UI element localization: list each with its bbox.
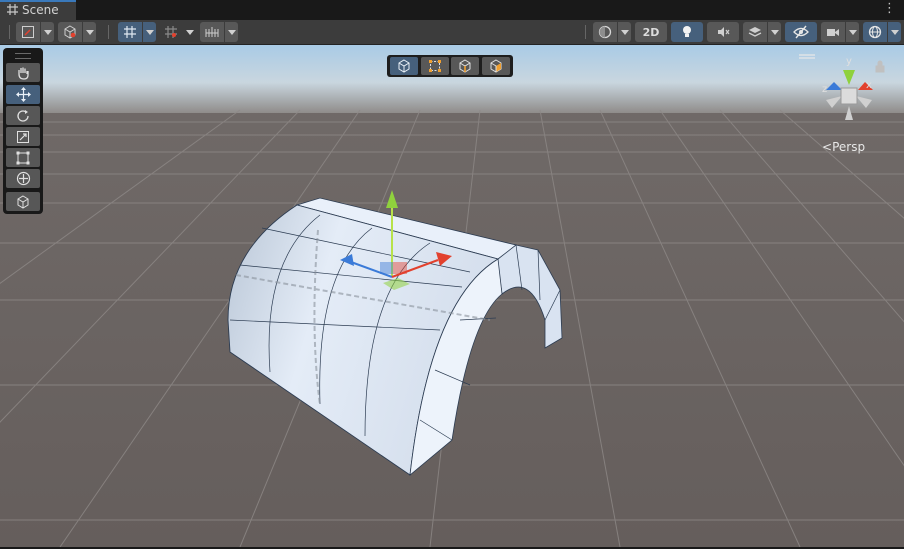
scale-tool[interactable] [6,127,40,146]
projection-chevron-icon: < [822,140,833,154]
overlay-drag-handle[interactable] [15,53,31,59]
tool-handle-button[interactable] [16,22,54,42]
lightbulb-icon [683,26,691,37]
toggle-2d-label: 2D [642,25,660,39]
pivot-cube-icon [58,22,82,42]
rotate-icon [17,109,29,122]
chevron-down-icon[interactable] [142,22,156,42]
chevron-down-icon[interactable] [887,22,901,42]
edge-cube-icon [459,59,471,73]
chevron-down-icon[interactable] [82,22,96,42]
pivot-mode-button[interactable] [58,22,96,42]
rect-tool[interactable] [6,148,40,167]
camera-icon [821,22,845,42]
grid-snap-icon [118,22,142,42]
transform-tool[interactable] [6,169,40,188]
hand-icon [18,67,29,80]
tools-overlay [3,48,43,214]
hand-tool[interactable] [6,63,40,82]
scene-tab-label: Scene [22,3,59,17]
effects-layers-icon [743,22,767,42]
chevron-down-icon[interactable] [224,22,238,42]
projection-label[interactable]: <Persp [822,140,865,154]
scale-icon [17,130,29,143]
chevron-down-icon[interactable] [182,22,196,42]
move-tool[interactable] [6,85,40,104]
ruler-icon [200,22,224,42]
transform-icon [16,171,30,186]
face-mode-button[interactable] [481,57,510,75]
chevron-down-icon[interactable] [767,22,781,42]
gizmo-globe-icon [863,22,887,42]
toolbar-separator [585,25,586,39]
edge-mode-button[interactable] [451,57,480,75]
audio-mute-icon [718,27,730,37]
scene-camera-button[interactable] [821,22,859,42]
custom-tool[interactable] [6,192,40,211]
audio-toggle-button[interactable] [707,22,739,42]
lighting-toggle-button[interactable] [671,22,703,42]
rect-icon [16,151,30,164]
chevron-down-icon[interactable] [40,22,54,42]
custom-cube-icon [17,194,29,209]
vertex-mode-button[interactable] [420,57,449,75]
scene-toolbar: 2D [0,20,904,45]
chevron-down-icon[interactable] [617,22,631,42]
move-arrows-icon [15,87,31,102]
scene-viewport[interactable]: y x z [0,45,904,547]
scene-tab[interactable]: Scene [0,0,76,20]
toolbar-separator [9,25,10,39]
toolbar-separator [108,25,109,39]
cube-outline-icon [398,59,410,73]
effects-button[interactable] [743,22,781,42]
toggle-2d-button[interactable]: 2D [635,22,667,42]
eye-hidden-icon [793,25,809,39]
shading-sphere-icon [593,22,617,42]
scene-visibility-button[interactable] [785,22,817,42]
increment-snap-button[interactable] [160,22,196,42]
gizmo-y-label: y [846,56,852,67]
increment-snap-icon [160,22,182,42]
face-cube-icon [490,59,502,73]
shading-mode-button[interactable] [593,22,631,42]
projection-label-text: Persp [832,140,866,154]
grid-hash-icon [7,4,18,15]
selection-mode-toolbar [387,55,513,77]
gizmo-x-label: x [866,80,872,91]
object-mode-button[interactable] [390,57,419,75]
ruler-button[interactable] [200,22,238,42]
chevron-down-icon[interactable] [845,22,859,42]
grid-snap-button[interactable] [118,22,156,42]
tool-handle-icon [16,22,40,42]
kebab-menu-icon[interactable]: ⋮ [883,1,896,16]
rotate-tool[interactable] [6,106,40,125]
gizmo-z-label: z [822,84,827,95]
vertex-square-icon [428,60,441,72]
tab-bar: Scene ⋮ [0,0,904,20]
gizmos-button[interactable] [863,22,901,42]
